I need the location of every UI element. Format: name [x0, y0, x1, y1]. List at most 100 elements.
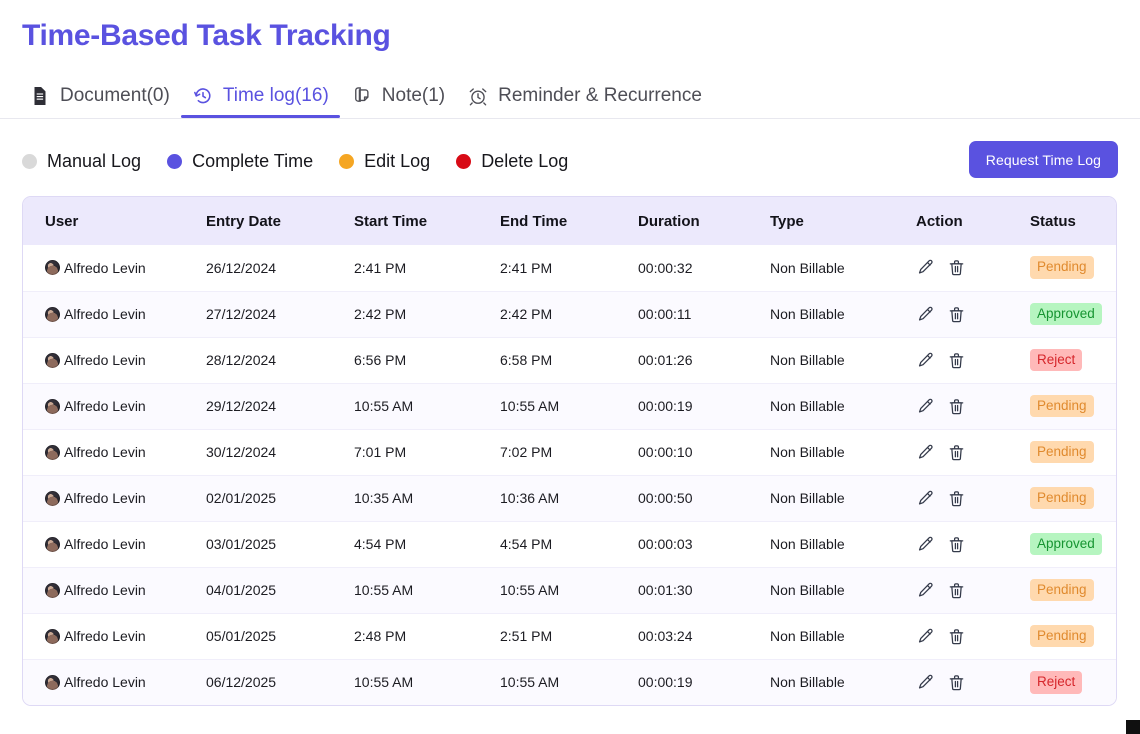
- edit-pencil-icon[interactable]: [916, 673, 935, 692]
- column-header-user: User: [23, 197, 206, 245]
- edit-pencil-icon[interactable]: [916, 489, 935, 508]
- cell-end-time: 2:42 PM: [500, 291, 638, 337]
- delete-trash-icon[interactable]: [947, 397, 966, 416]
- table-header-row: UserEntry DateStart TimeEnd TimeDuration…: [23, 197, 1117, 245]
- table-row: Alfredo Levin05/01/20252:48 PM2:51 PM00:…: [23, 613, 1117, 659]
- cell-end-time: 10:55 AM: [500, 659, 638, 705]
- tab-label: Time log(16): [223, 85, 329, 107]
- cell-status: Pending: [1030, 475, 1117, 521]
- request-time-log-button[interactable]: Request Time Log: [969, 141, 1118, 178]
- delete-trash-icon[interactable]: [947, 535, 966, 554]
- status-badge: Pending: [1030, 579, 1094, 602]
- cell-user: Alfredo Levin: [23, 567, 206, 613]
- edit-pencil-icon[interactable]: [916, 258, 935, 277]
- cell-action: [916, 613, 1030, 659]
- action-buttons: [916, 535, 1030, 554]
- legend-label: Manual Log: [47, 151, 141, 172]
- avatar: [45, 307, 60, 322]
- cell-entry-date: 29/12/2024: [206, 383, 354, 429]
- status-badge: Approved: [1030, 533, 1102, 556]
- cell-duration: 00:00:10: [638, 429, 770, 475]
- cell-action: [916, 245, 1030, 291]
- tab-label: Document(0): [60, 85, 170, 107]
- cell-entry-date: 05/01/2025: [206, 613, 354, 659]
- delete-trash-icon[interactable]: [947, 627, 966, 646]
- cell-action: [916, 475, 1030, 521]
- column-header-action: Action: [916, 197, 1030, 245]
- edit-pencil-icon[interactable]: [916, 581, 935, 600]
- cell-type: Non Billable: [770, 613, 916, 659]
- cell-type: Non Billable: [770, 429, 916, 475]
- cell-type: Non Billable: [770, 337, 916, 383]
- cell-status: Pending: [1030, 429, 1117, 475]
- edit-pencil-icon[interactable]: [916, 627, 935, 646]
- tab-document-0[interactable]: Document(0): [18, 74, 181, 118]
- cell-end-time: 2:51 PM: [500, 613, 638, 659]
- user-cell: Alfredo Levin: [45, 444, 206, 460]
- cell-end-time: 7:02 PM: [500, 429, 638, 475]
- user-name: Alfredo Levin: [64, 352, 146, 368]
- table-row: Alfredo Levin03/01/20254:54 PM4:54 PM00:…: [23, 521, 1117, 567]
- user-cell: Alfredo Levin: [45, 490, 206, 506]
- status-badge: Pending: [1030, 625, 1094, 648]
- cell-action: [916, 567, 1030, 613]
- delete-trash-icon[interactable]: [947, 443, 966, 462]
- delete-trash-icon[interactable]: [947, 305, 966, 324]
- tab-note-1[interactable]: Note(1): [340, 74, 456, 118]
- legend-item-manual-log: Manual Log: [22, 151, 141, 172]
- cell-type: Non Billable: [770, 567, 916, 613]
- avatar: [45, 399, 60, 414]
- time-log-table-container: UserEntry DateStart TimeEnd TimeDuration…: [22, 196, 1117, 706]
- edit-pencil-icon[interactable]: [916, 305, 935, 324]
- delete-trash-icon[interactable]: [947, 258, 966, 277]
- cell-entry-date: 26/12/2024: [206, 245, 354, 291]
- table-row: Alfredo Levin04/01/202510:55 AM10:55 AM0…: [23, 567, 1117, 613]
- table-row: Alfredo Levin26/12/20242:41 PM2:41 PM00:…: [23, 245, 1117, 291]
- user-cell: Alfredo Levin: [45, 398, 206, 414]
- cell-type: Non Billable: [770, 521, 916, 567]
- cell-type: Non Billable: [770, 383, 916, 429]
- time-log-page: Time-Based Task Tracking Document(0)Time…: [0, 0, 1140, 734]
- delete-trash-icon[interactable]: [947, 581, 966, 600]
- user-name: Alfredo Levin: [64, 398, 146, 414]
- status-badge: Pending: [1030, 395, 1094, 418]
- cell-start-time: 10:55 AM: [354, 567, 500, 613]
- legend-label: Complete Time: [192, 151, 313, 172]
- action-buttons: [916, 397, 1030, 416]
- status-badge: Approved: [1030, 303, 1102, 326]
- cell-action: [916, 291, 1030, 337]
- legend-label: Delete Log: [481, 151, 568, 172]
- column-header-type: Type: [770, 197, 916, 245]
- cell-end-time: 2:41 PM: [500, 245, 638, 291]
- action-buttons: [916, 627, 1030, 646]
- tab-time-log-16[interactable]: Time log(16): [181, 74, 340, 118]
- cell-user: Alfredo Levin: [23, 613, 206, 659]
- cell-status: Reject: [1030, 337, 1117, 383]
- avatar: [45, 445, 60, 460]
- table-row: Alfredo Levin06/12/202510:55 AM10:55 AM0…: [23, 659, 1117, 705]
- cell-duration: 00:00:03: [638, 521, 770, 567]
- edit-pencil-icon[interactable]: [916, 397, 935, 416]
- alarm-clock-icon: [467, 85, 489, 107]
- cell-start-time: 10:55 AM: [354, 383, 500, 429]
- delete-trash-icon[interactable]: [947, 673, 966, 692]
- avatar: [45, 629, 60, 644]
- cell-end-time: 10:36 AM: [500, 475, 638, 521]
- cell-user: Alfredo Levin: [23, 659, 206, 705]
- cell-type: Non Billable: [770, 475, 916, 521]
- cell-status: Approved: [1030, 521, 1117, 567]
- avatar: [45, 491, 60, 506]
- tab-label: Note(1): [382, 85, 445, 107]
- avatar: [45, 537, 60, 552]
- user-name: Alfredo Levin: [64, 582, 146, 598]
- user-name: Alfredo Levin: [64, 536, 146, 552]
- edit-pencil-icon[interactable]: [916, 535, 935, 554]
- cell-start-time: 10:35 AM: [354, 475, 500, 521]
- tab-reminder-recurrence[interactable]: Reminder & Recurrence: [456, 74, 713, 118]
- delete-trash-icon[interactable]: [947, 351, 966, 370]
- edit-pencil-icon[interactable]: [916, 443, 935, 462]
- action-buttons: [916, 351, 1030, 370]
- delete-trash-icon[interactable]: [947, 489, 966, 508]
- table-row: Alfredo Levin30/12/20247:01 PM7:02 PM00:…: [23, 429, 1117, 475]
- edit-pencil-icon[interactable]: [916, 351, 935, 370]
